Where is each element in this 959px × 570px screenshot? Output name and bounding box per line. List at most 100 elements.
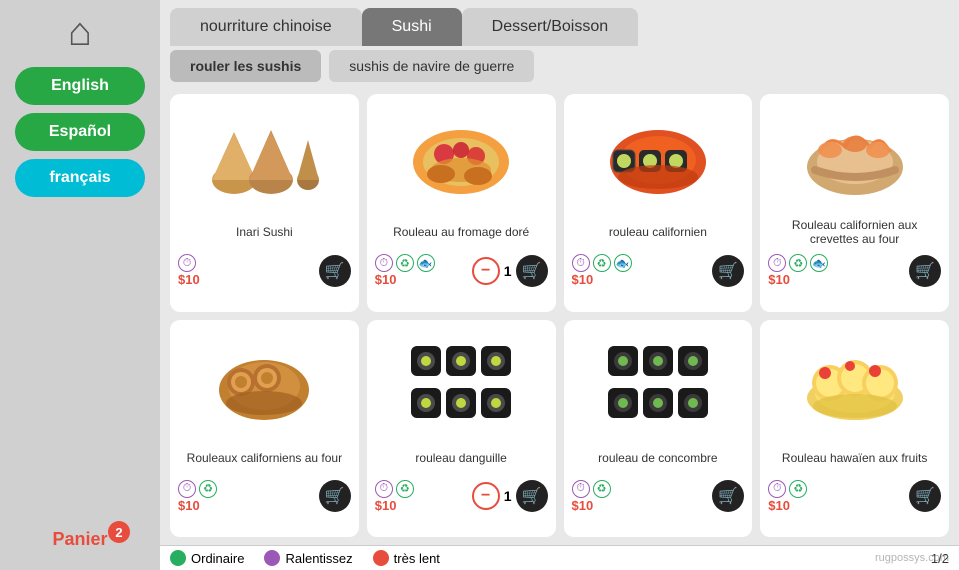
- product-card-four: Rouleaux californiens au four ⏱ ♻ $10 🛒: [170, 320, 359, 538]
- qty-minus-danguille[interactable]: −: [472, 482, 500, 510]
- dot-ordinaire: [170, 550, 186, 566]
- tab-dessert-boisson[interactable]: Dessert/Boisson: [462, 8, 639, 46]
- product-icons-fromage: ⏱ ♻ 🐟: [375, 254, 435, 272]
- subtab-rouler-les-sushis[interactable]: rouler les sushis: [170, 50, 321, 82]
- product-price-crevettes: $10: [768, 272, 828, 287]
- product-footer-concombre: ⏱ ♻ $10 🛒: [572, 480, 745, 513]
- app-container: ⌂ English Español français 2 Panier nour…: [0, 0, 959, 570]
- product-icons-crevettes: ⏱ ♻ 🐟: [768, 254, 828, 272]
- lang-espanol-button[interactable]: Español: [15, 113, 145, 151]
- add-cart-button-concombre[interactable]: 🛒: [712, 480, 744, 512]
- home-icon[interactable]: ⌂: [68, 10, 92, 55]
- product-footer-hawaien: ⏱ ♻ $10 🛒: [768, 480, 941, 513]
- hawaien-image: [800, 338, 910, 428]
- label-ralentissez: Ralentissez: [285, 551, 352, 566]
- main-content: nourriture chinoise Sushi Dessert/Boisso…: [160, 0, 959, 570]
- add-cart-button-crevettes[interactable]: 🛒: [909, 255, 941, 287]
- inari-image: [209, 112, 319, 202]
- vegan-icon-concombre: ♻: [593, 480, 611, 498]
- product-footer-californien: ⏱ ♻ 🐟 $10 🛒: [572, 254, 745, 287]
- add-cart-button-four[interactable]: 🛒: [319, 480, 351, 512]
- product-price-californien: $10: [572, 272, 632, 287]
- product-price-concombre: $10: [572, 498, 611, 513]
- product-image-californien: [572, 102, 745, 212]
- product-image-hawaien: [768, 328, 941, 438]
- product-name-fromage: Rouleau au fromage doré: [393, 216, 529, 248]
- watermark: rugpossys.com: [875, 552, 949, 564]
- product-price-danguille: $10: [375, 498, 414, 513]
- product-icons-four: ⏱ ♻: [178, 480, 217, 498]
- product-card-danguille: rouleau danguille ⏱ ♻ $10 − 1 🛒: [367, 320, 556, 538]
- cart-area: 2 Panier: [8, 529, 152, 560]
- add-cart-button-hawaien[interactable]: 🛒: [909, 480, 941, 512]
- add-cart-button-danguille[interactable]: 🛒: [516, 480, 548, 512]
- qty-count-danguille: 1: [504, 488, 512, 504]
- product-footer-four: ⏱ ♻ $10 🛒: [178, 480, 351, 513]
- label-ordinaire: Ordinaire: [191, 551, 244, 566]
- product-icons-californien: ⏱ ♻ 🐟: [572, 254, 632, 272]
- product-icons-inari: ⏱: [178, 254, 200, 272]
- status-ordinaire: Ordinaire: [170, 550, 244, 566]
- bottom-bar: Ordinaire Ralentissez très lent 1/2: [160, 545, 959, 570]
- product-name-crevettes: Rouleau californien aux crevettes au fou…: [768, 216, 941, 248]
- product-name-californien: rouleau californien: [609, 216, 707, 248]
- spicy-icon-danguille: ⏱: [375, 480, 393, 498]
- lang-francais-button[interactable]: français: [15, 159, 145, 197]
- vegan-icon-danguille: ♻: [396, 480, 414, 498]
- concombre-image: [603, 338, 713, 428]
- product-price-fromage: $10: [375, 272, 435, 287]
- product-name-danguille: rouleau danguille: [415, 442, 506, 474]
- cart-badge: 2: [108, 521, 130, 543]
- tab-sushi[interactable]: Sushi: [362, 8, 462, 46]
- product-price-inari: $10: [178, 272, 200, 287]
- label-tres-lent: très lent: [394, 551, 440, 566]
- danguille-image: [406, 338, 516, 428]
- product-image-concombre: [572, 328, 745, 438]
- dot-tres-lent: [373, 550, 389, 566]
- subtab-sushis-navire[interactable]: sushis de navire de guerre: [329, 50, 534, 82]
- vegan-icon-four: ♻: [199, 480, 217, 498]
- product-image-four: [178, 328, 351, 438]
- californien-image: [603, 112, 713, 202]
- sidebar: ⌂ English Español français 2 Panier: [0, 0, 160, 570]
- product-price-four: $10: [178, 498, 217, 513]
- cart-button[interactable]: Panier: [52, 529, 107, 550]
- product-card-inari: Inari Sushi ⏱ $10 🛒: [170, 94, 359, 312]
- product-card-californien: rouleau californien ⏱ ♻ 🐟 $10 🛒: [564, 94, 753, 312]
- add-cart-button-fromage[interactable]: 🛒: [516, 255, 548, 287]
- product-footer-crevettes: ⏱ ♻ 🐟 $10 🛒: [768, 254, 941, 287]
- product-image-inari: [178, 102, 351, 212]
- gluten-icon-californien: 🐟: [614, 254, 632, 272]
- product-image-crevettes: [768, 102, 941, 212]
- spicy-icon-hawaien: ⏱: [768, 480, 786, 498]
- product-card-concombre: rouleau de concombre ⏱ ♻ $10 🛒: [564, 320, 753, 538]
- spicy-icon: ⏱: [178, 254, 196, 272]
- vegan-icon-crevettes: ♻: [789, 254, 807, 272]
- product-name-four: Rouleaux californiens au four: [187, 442, 342, 474]
- product-price-hawaien: $10: [768, 498, 807, 513]
- product-footer-danguille: ⏱ ♻ $10 − 1 🛒: [375, 480, 548, 513]
- quantity-control-fromage: − 1 🛒: [472, 255, 548, 287]
- product-card-hawaien: Rouleau hawaïen aux fruits ⏱ ♻ $10 🛒: [760, 320, 949, 538]
- vegan-icon-californien: ♻: [593, 254, 611, 272]
- product-footer-inari: ⏱ $10 🛒: [178, 254, 351, 287]
- status-tres-lent: très lent: [373, 550, 440, 566]
- qty-count-fromage: 1: [504, 263, 512, 279]
- product-footer-fromage: ⏱ ♻ 🐟 $10 − 1 🛒: [375, 254, 548, 287]
- product-name-hawaien: Rouleau hawaïen aux fruits: [782, 442, 927, 474]
- vegan-icon-fromage: ♻: [396, 254, 414, 272]
- lang-english-button[interactable]: English: [15, 67, 145, 105]
- spicy-icon-concombre: ⏱: [572, 480, 590, 498]
- spicy-icon-crevettes: ⏱: [768, 254, 786, 272]
- tab-nourriture-chinoise[interactable]: nourriture chinoise: [170, 8, 362, 46]
- sub-nav: rouler les sushis sushis de navire de gu…: [160, 46, 959, 86]
- product-image-fromage: [375, 102, 548, 212]
- product-icons-danguille: ⏱ ♻: [375, 480, 414, 498]
- add-cart-button-inari[interactable]: 🛒: [319, 255, 351, 287]
- qty-minus-fromage[interactable]: −: [472, 257, 500, 285]
- products-grid: Inari Sushi ⏱ $10 🛒: [160, 86, 959, 545]
- top-nav: nourriture chinoise Sushi Dessert/Boisso…: [160, 0, 959, 46]
- add-cart-button-californien[interactable]: 🛒: [712, 255, 744, 287]
- spicy-icon-californien: ⏱: [572, 254, 590, 272]
- four-image: [209, 338, 319, 428]
